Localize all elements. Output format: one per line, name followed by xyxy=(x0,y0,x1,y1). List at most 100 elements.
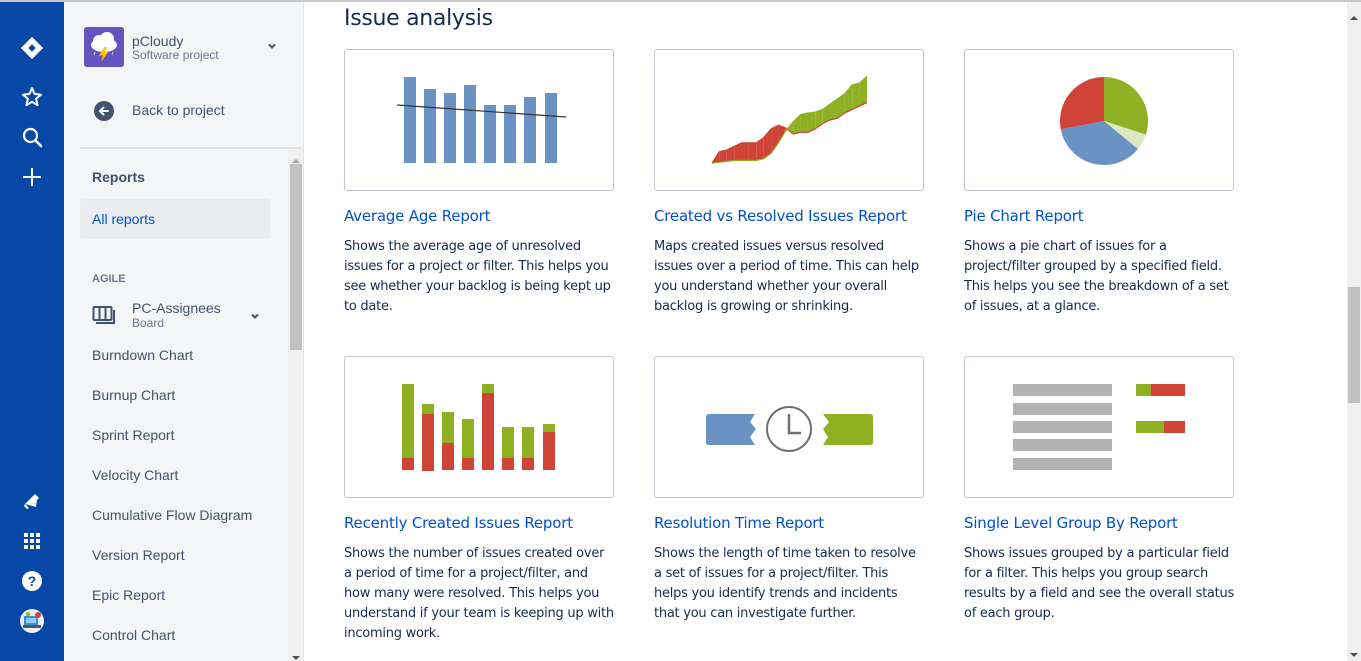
created-bar xyxy=(402,384,414,458)
sidebar-item-cumulative-flow-diagram[interactable]: Cumulative Flow Diagram xyxy=(80,495,270,535)
sidebar-item-version-report[interactable]: Version Report xyxy=(80,535,270,575)
start-block xyxy=(706,414,756,445)
scroll-up-arrow-icon[interactable] xyxy=(291,152,301,163)
group-row xyxy=(1013,458,1112,470)
page-scrollbar-thumb[interactable] xyxy=(1348,287,1360,403)
project-avatar xyxy=(84,27,124,67)
report-description: Shows a pie chart of issues for a projec… xyxy=(964,239,1229,314)
average-age-thumbnail[interactable] xyxy=(344,49,614,191)
report-link[interactable]: Recently Created Issues Report xyxy=(344,514,573,532)
report-link[interactable]: Created vs Resolved Issues Report xyxy=(654,207,907,225)
area-segment xyxy=(748,142,757,161)
status-todo xyxy=(1163,421,1185,433)
scroll-up-arrow-icon[interactable] xyxy=(1349,9,1359,20)
sidebar-item-velocity-chart[interactable]: Velocity Chart xyxy=(80,455,270,495)
profile-avatar[interactable] xyxy=(20,609,44,633)
resolved-bar xyxy=(462,458,474,470)
page-scrollbar[interactable] xyxy=(1347,2,1361,661)
status-done xyxy=(1136,421,1164,433)
svg-text:?: ? xyxy=(28,573,37,589)
bar xyxy=(424,89,436,163)
report-description: Shows the number of issues created over … xyxy=(344,546,614,641)
arrow-left-icon xyxy=(94,101,114,121)
created-bar xyxy=(442,412,454,443)
scroll-down-arrow-icon[interactable] xyxy=(1349,646,1359,657)
created-bar xyxy=(502,427,514,458)
star-icon[interactable] xyxy=(20,85,44,109)
report-link[interactable]: Resolution Time Report xyxy=(654,514,824,532)
pie-slice xyxy=(1060,77,1104,130)
sidebar-item-epic-report[interactable]: Epic Report xyxy=(80,575,270,615)
create-plus-icon[interactable] xyxy=(20,165,44,189)
board-selector[interactable]: PC-Assignees Board xyxy=(92,299,272,333)
bar xyxy=(545,93,557,163)
pie-chart-thumbnail[interactable] xyxy=(964,49,1234,191)
group-by-thumbnail[interactable] xyxy=(964,356,1234,498)
project-sidebar: pCloudy Software project Back to project… xyxy=(64,2,304,661)
back-to-project-link[interactable]: Back to project xyxy=(92,99,282,123)
group-row xyxy=(1013,421,1112,433)
report-link[interactable]: Average Age Report xyxy=(344,207,490,225)
recently-created-thumbnail[interactable] xyxy=(344,356,614,498)
sidebar-item-control-chart[interactable]: Control Chart xyxy=(80,615,270,655)
sidebar-item-all-reports[interactable]: All reports xyxy=(80,199,270,239)
resolved-bar xyxy=(402,458,414,470)
sidebar-scrollbar-thumb[interactable] xyxy=(290,164,302,350)
end-block xyxy=(823,414,873,445)
resolved-bar xyxy=(543,432,555,470)
sidebar-divider xyxy=(80,147,302,149)
global-navigation: ? xyxy=(0,2,64,661)
resolved-bar xyxy=(522,458,534,470)
bar xyxy=(464,85,476,163)
scroll-down-arrow-icon[interactable] xyxy=(291,649,301,660)
sidebar-item-burndown-chart[interactable]: Burndown Chart xyxy=(80,335,270,375)
report-link[interactable]: Single Level Group By Report xyxy=(964,514,1178,532)
project-type: Software project xyxy=(132,48,219,62)
created-bar xyxy=(522,427,534,458)
board-name: PC-Assignees xyxy=(132,300,221,316)
app-switcher-grid-icon[interactable] xyxy=(20,529,44,553)
bar xyxy=(404,77,416,163)
group-row xyxy=(1013,439,1112,451)
area-segment xyxy=(852,83,860,110)
created-vs-resolved-chart xyxy=(711,75,868,164)
report-description: Shows the average age of unresolved issu… xyxy=(344,239,611,314)
jira-logo-icon[interactable] xyxy=(20,36,44,60)
pie-chart xyxy=(1060,77,1148,166)
resolved-bar xyxy=(442,443,454,470)
help-icon[interactable]: ? xyxy=(20,569,44,593)
chevron-down-icon[interactable] xyxy=(249,310,261,322)
report-link[interactable]: Pie Chart Report xyxy=(964,207,1084,225)
area-segment xyxy=(859,76,867,106)
report-description: Shows issues grouped by a particular fie… xyxy=(964,546,1235,621)
group-by-illustration xyxy=(1013,384,1185,470)
report-description: Shows the length of time taken to resolv… xyxy=(654,546,916,621)
created-bar xyxy=(422,404,434,414)
sidebar-item-sprint-report[interactable]: Sprint Report xyxy=(80,415,270,455)
area-segment xyxy=(800,112,808,133)
bar xyxy=(524,97,536,163)
resolution-time-thumbnail[interactable] xyxy=(654,356,924,498)
status-todo xyxy=(1150,384,1185,396)
bar xyxy=(484,105,496,163)
notifications-megaphone-icon[interactable] xyxy=(20,489,44,513)
project-name: pCloudy xyxy=(132,33,184,49)
board-icon xyxy=(92,306,115,324)
area-segment xyxy=(741,142,749,161)
created-vs-resolved-thumbnail[interactable] xyxy=(654,49,924,191)
chevron-down-icon[interactable] xyxy=(266,39,278,51)
sidebar-item-burnup-chart[interactable]: Burnup Chart xyxy=(80,375,270,415)
reports-heading: Reports xyxy=(92,169,145,185)
status-done xyxy=(1136,384,1151,396)
recently-created-chart xyxy=(402,384,555,471)
project-header[interactable]: pCloudy Software project xyxy=(84,27,284,69)
bar xyxy=(444,93,456,163)
back-to-project-label: Back to project xyxy=(132,102,225,118)
trend-line xyxy=(396,104,567,118)
resolution-time-illustration xyxy=(706,406,873,452)
created-bar xyxy=(462,419,474,458)
search-icon[interactable] xyxy=(20,125,44,149)
resolved-bar xyxy=(422,414,434,471)
main-content: Issue analysis Average Age Report Shows … xyxy=(304,2,1347,661)
section-title: Issue analysis xyxy=(344,6,493,31)
